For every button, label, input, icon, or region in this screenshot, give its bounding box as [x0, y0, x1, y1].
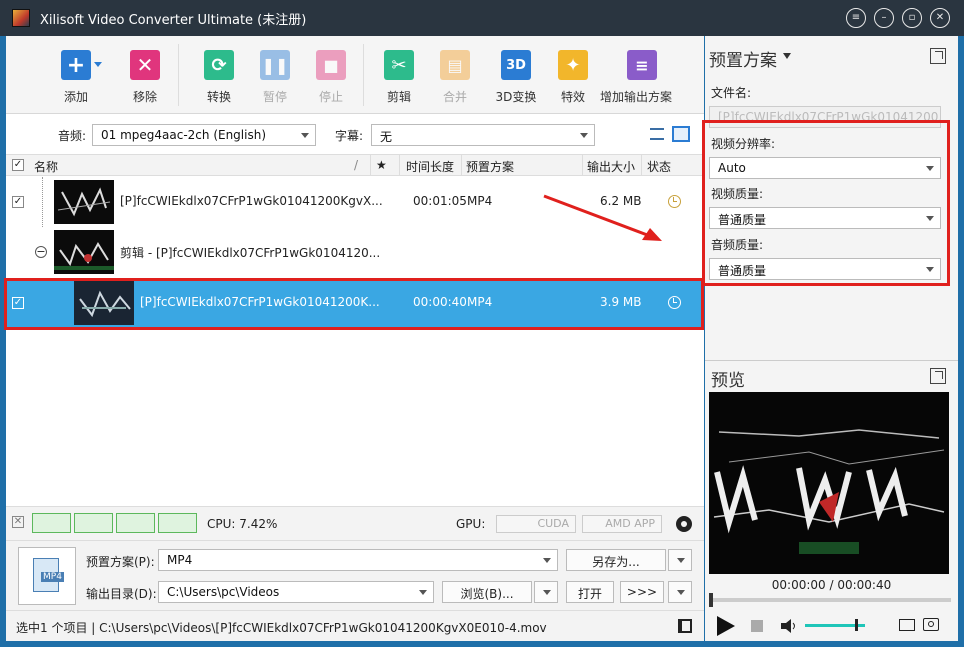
volume-handle[interactable] [855, 619, 858, 631]
right-panel: 预置方案 文件名: [P]fcCWIEkdlx07CFrP1wGk0104120… [702, 36, 958, 641]
log-icon[interactable] [678, 619, 692, 633]
browse-dropdown[interactable] [534, 581, 558, 603]
three-d-icon: 3D [501, 50, 531, 80]
remove-icon: ✕ [130, 50, 160, 80]
three-d-button[interactable]: 3D 3D变换 [486, 50, 546, 105]
save-as-button[interactable]: 另存为... [566, 549, 666, 571]
header-size[interactable]: 输出大小 [587, 158, 635, 175]
profile-panel-title[interactable]: 预置方案 [709, 46, 777, 71]
merge-button[interactable]: ▤ 合并 [425, 50, 485, 105]
close-icon[interactable]: ✕ [930, 8, 950, 28]
cuda-button[interactable]: CUDA [496, 515, 576, 533]
seek-handle[interactable] [709, 593, 713, 607]
header-status[interactable]: 状态 [647, 158, 671, 175]
header-name[interactable]: 名称 [34, 158, 58, 175]
header-duration[interactable]: 时间长度 [406, 158, 454, 175]
minimize-icon[interactable]: – [874, 8, 894, 28]
expand-icon[interactable] [930, 48, 946, 64]
magic-wand-icon: ✦ [558, 50, 588, 80]
stop-button[interactable]: ■ 停止 [301, 50, 361, 105]
output-settings: MP4 预置方案(P): MP4 另存为... 输出目录(D): C:\User… [6, 540, 704, 610]
header-profile[interactable]: 预置方案 [466, 158, 514, 175]
chevron-down-icon[interactable] [783, 53, 791, 59]
gear-icon[interactable] [676, 516, 692, 532]
highlight-box [702, 120, 950, 286]
toolbar: + 添加 ✕ 移除 ⟳ 转换 ❚❚ 暂停 ■ 停止 ✂ 剪辑 ▤ 合并 3D 3… [6, 36, 704, 114]
cpu-gpu-bar: ✕ CPU: 7.42% GPU: CUDA AMD APP [6, 506, 704, 540]
select-all-checkbox[interactable]: ✓ [12, 159, 24, 171]
refresh-icon: ⟳ [204, 50, 234, 80]
title-bar: Xilisoft Video Converter Ultimate (未注册) … [0, 0, 964, 36]
audio-track-select[interactable]: 01 mpeg4aac-2ch (English) [92, 124, 316, 146]
add-profile-button[interactable]: ≡ 增加输出方案 [600, 50, 672, 105]
header-star[interactable]: ★ [376, 158, 387, 172]
convert-button[interactable]: ⟳ 转换 [189, 50, 249, 105]
seek-bar[interactable] [711, 598, 951, 602]
detail-view-icon[interactable] [672, 126, 690, 142]
main-panel: + 添加 ✕ 移除 ⟳ 转换 ❚❚ 暂停 ■ 停止 ✂ 剪辑 ▤ 合并 3D 3… [4, 36, 704, 641]
stop-icon[interactable] [751, 620, 763, 632]
transfer-dropdown[interactable] [668, 581, 692, 603]
maximize-icon[interactable]: ▫ [902, 8, 922, 28]
document-add-icon: ≡ [627, 50, 657, 80]
clip-button[interactable]: ✂ 剪辑 [369, 50, 429, 105]
close-graph-icon[interactable]: ✕ [12, 516, 24, 528]
cpu-usage: CPU: 7.42% [207, 517, 278, 531]
cpu-graph [158, 513, 197, 533]
pause-icon: ❚❚ [260, 50, 290, 80]
remove-button[interactable]: ✕ 移除 [115, 50, 175, 105]
status-text: 选中1 个项目 | C:\Users\pc\Videos\[P]fcCWIEkd… [16, 621, 547, 635]
highlight-box [4, 278, 704, 330]
transfer-device-button[interactable]: >>> [620, 581, 664, 603]
app-logo-icon [12, 9, 30, 27]
profile-select[interactable]: MP4 [158, 549, 558, 571]
timecode: 00:00:00 / 00:00:40 [771, 578, 892, 592]
play-icon[interactable] [717, 616, 735, 636]
preview-title: 预览 [711, 371, 745, 391]
open-button[interactable]: 打开 [566, 581, 614, 603]
aspect-ratio-icon[interactable] [899, 619, 915, 631]
file-list-header: ✓ 名称 / ★ 时间长度 预置方案 输出大小 状态 [6, 154, 704, 176]
list-view-icon[interactable] [650, 128, 664, 140]
browse-button[interactable]: 浏览(B)... [442, 581, 532, 603]
cpu-graph [74, 513, 113, 533]
cpu-graph [32, 513, 71, 533]
amd-app-button[interactable]: AMD APP [582, 515, 662, 533]
camera-icon[interactable] [923, 618, 939, 631]
chevron-down-icon[interactable] [94, 62, 102, 67]
video-thumbnail [54, 230, 114, 274]
scissors-icon: ✂ [384, 50, 414, 80]
red-arrow-annotation [543, 194, 662, 241]
video-thumbnail [54, 180, 114, 224]
collapse-icon[interactable]: − [35, 246, 47, 258]
merge-icon: ▤ [440, 50, 470, 80]
row-checkbox[interactable]: ✓ [12, 196, 24, 208]
filter-bar: 音频: 01 mpeg4aac-2ch (English) 字幕: 无 [6, 114, 704, 154]
video-preview[interactable] [709, 392, 949, 574]
profile-file-icon[interactable]: MP4 [18, 547, 76, 605]
window-title: Xilisoft Video Converter Ultimate (未注册) [40, 12, 307, 28]
save-as-dropdown[interactable] [668, 549, 692, 571]
add-button[interactable]: + 添加 [46, 50, 106, 105]
plus-icon: + [61, 50, 91, 80]
output-dir-select[interactable]: C:\Users\pc\Videos [158, 581, 434, 603]
pause-button[interactable]: ❚❚ 暂停 [245, 50, 305, 105]
status-bar: 选中1 个项目 | C:\Users\pc\Videos\[P]fcCWIEkd… [6, 610, 704, 641]
effects-button[interactable]: ✦ 特效 [543, 50, 603, 105]
volume-icon[interactable] [781, 619, 795, 633]
subtitle-select[interactable]: 无 [371, 124, 595, 146]
stop-icon: ■ [316, 50, 346, 80]
expand-icon[interactable] [930, 368, 946, 384]
cpu-graph [116, 513, 155, 533]
menu-icon[interactable]: ≡ [846, 8, 866, 28]
